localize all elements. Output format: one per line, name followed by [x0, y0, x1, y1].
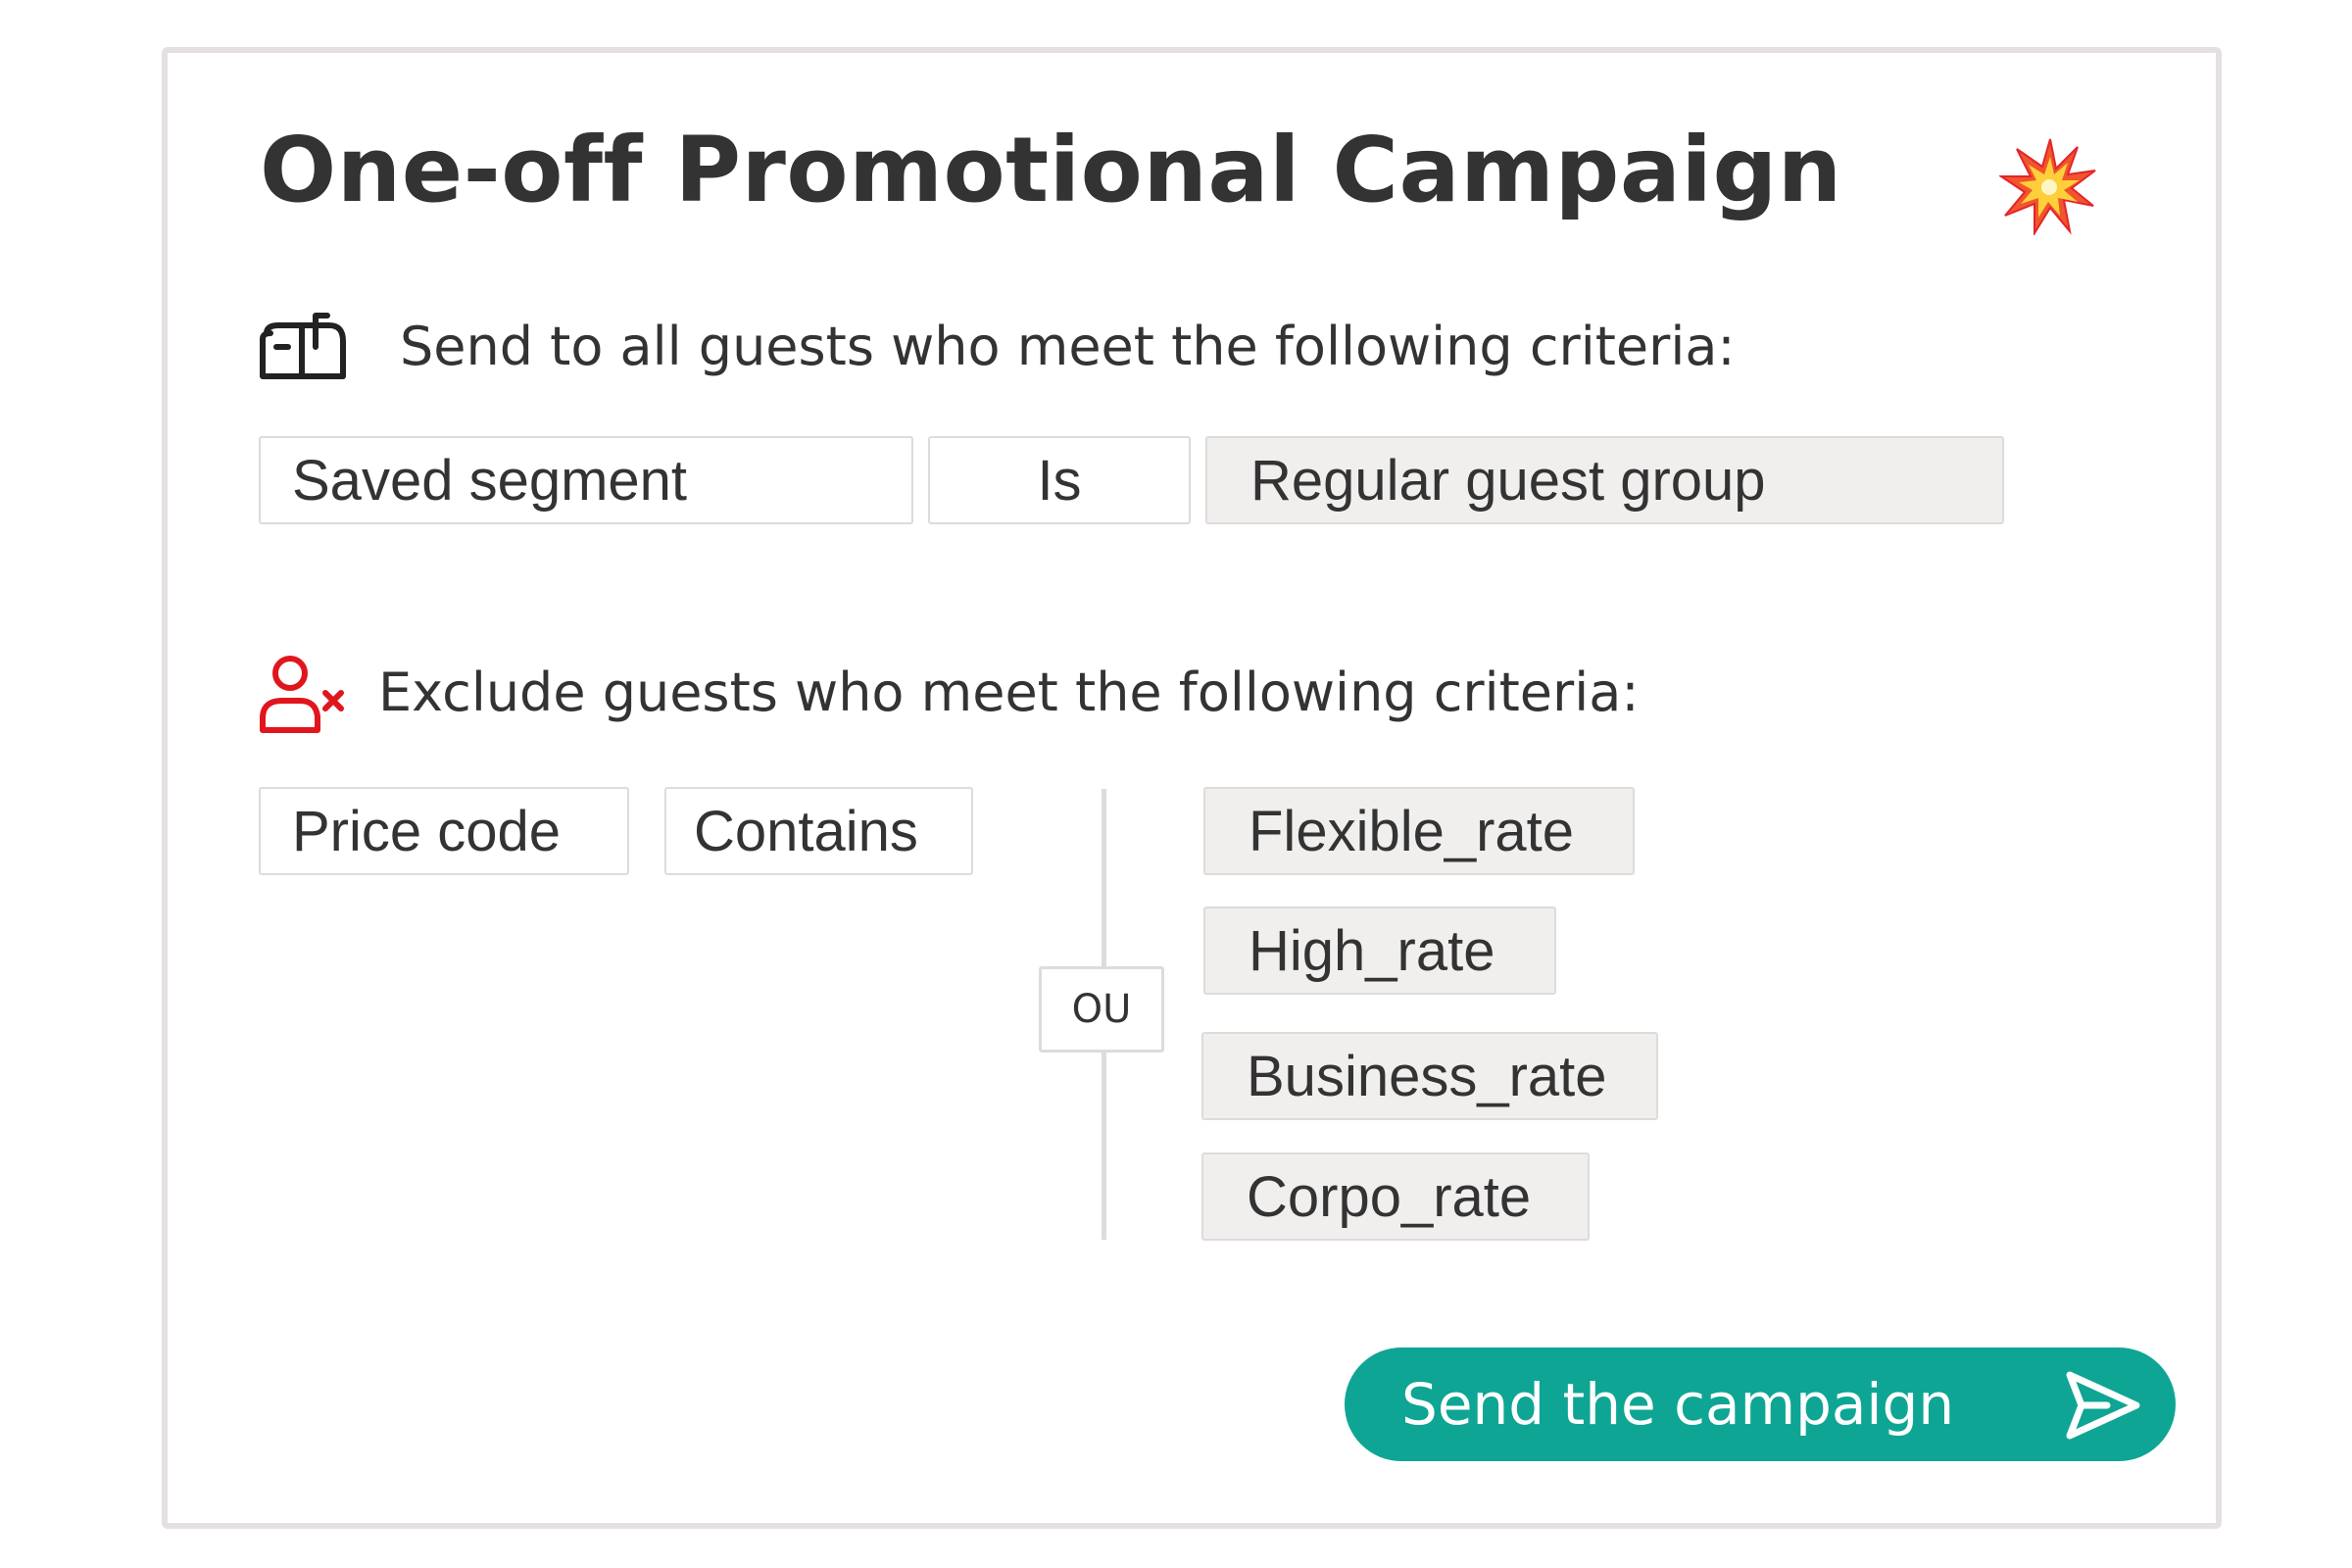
- exclude-value-chip[interactable]: High_rate: [1203, 906, 1556, 995]
- exclude-value-chip[interactable]: Corpo_rate: [1201, 1152, 1590, 1241]
- include-value-chip[interactable]: Regular guest group: [1205, 436, 2004, 524]
- exclude-value-chip[interactable]: Flexible_rate: [1203, 787, 1635, 875]
- send-icon: [2066, 1371, 2140, 1440]
- page-title: One-off Promotional Campaign: [260, 118, 1842, 222]
- send-campaign-label: Send the campaign: [1401, 1371, 1955, 1438]
- send-campaign-button[interactable]: Send the campaign: [1345, 1348, 2176, 1461]
- mailbox-icon: [260, 313, 346, 379]
- include-heading: Send to all guests who meet the followin…: [400, 316, 1736, 377]
- collision-burst-icon: [1999, 138, 2096, 235]
- user-x-icon: [260, 656, 344, 733]
- exclude-section-header: Exclude guests who meet the following cr…: [257, 652, 1640, 734]
- include-operator-select[interactable]: Is: [928, 436, 1191, 524]
- exclude-operator-select[interactable]: Contains: [664, 787, 973, 875]
- exclude-value-chip[interactable]: Business_rate: [1201, 1032, 1658, 1120]
- or-connector-label: OU: [1039, 966, 1164, 1053]
- exclude-field-select[interactable]: Price code: [259, 787, 629, 875]
- include-field-select[interactable]: Saved segment: [259, 436, 913, 524]
- exclude-heading: Exclude guests who meet the following cr…: [378, 662, 1640, 723]
- include-section-header: Send to all guests who meet the followin…: [257, 312, 1736, 382]
